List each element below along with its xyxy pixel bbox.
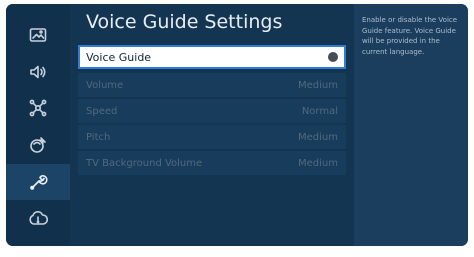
speed-row: Speed Normal bbox=[78, 99, 346, 123]
page-title: Voice Guide Settings bbox=[86, 11, 283, 33]
sidebar-item-support[interactable] bbox=[6, 201, 70, 237]
tv-background-volume-label: TV Background Volume bbox=[86, 157, 203, 169]
sidebar-item-network[interactable] bbox=[6, 90, 70, 126]
network-icon bbox=[29, 99, 47, 117]
help-text: Enable or disable the Voice Guide featur… bbox=[362, 16, 458, 56]
voice-guide-label: Voice Guide bbox=[86, 50, 152, 64]
sidebar bbox=[6, 4, 70, 246]
sidebar-item-broadcast[interactable] bbox=[6, 127, 70, 163]
sidebar-item-general[interactable] bbox=[6, 164, 70, 200]
main-panel: Voice Guide Settings Voice Guide Volume … bbox=[70, 4, 354, 246]
tv-background-volume-value: Medium bbox=[298, 157, 338, 169]
volume-label: Volume bbox=[86, 79, 124, 91]
broadcast-icon bbox=[30, 137, 46, 153]
help-panel: Enable or disable the Voice Guide featur… bbox=[354, 4, 468, 246]
pitch-row: Pitch Medium bbox=[78, 125, 346, 149]
tv-settings-screen: Voice Guide Settings Voice Guide Volume … bbox=[6, 4, 468, 246]
wrench-icon bbox=[30, 174, 48, 190]
voice-guide-toggle-row[interactable]: Voice Guide bbox=[78, 45, 346, 69]
picture-icon bbox=[29, 28, 47, 42]
sidebar-item-picture[interactable] bbox=[6, 17, 70, 53]
pitch-value: Medium bbox=[298, 131, 338, 143]
pitch-label: Pitch bbox=[86, 131, 111, 143]
toggle-off-icon[interactable] bbox=[328, 52, 338, 62]
tv-background-volume-row: TV Background Volume Medium bbox=[78, 151, 346, 175]
sound-icon bbox=[30, 65, 46, 79]
speed-label: Speed bbox=[86, 105, 118, 117]
volume-value: Medium bbox=[298, 79, 338, 91]
support-icon bbox=[29, 211, 48, 225]
speed-value: Normal bbox=[301, 105, 338, 117]
sidebar-item-sound[interactable] bbox=[6, 54, 70, 90]
volume-row: Volume Medium bbox=[78, 73, 346, 97]
